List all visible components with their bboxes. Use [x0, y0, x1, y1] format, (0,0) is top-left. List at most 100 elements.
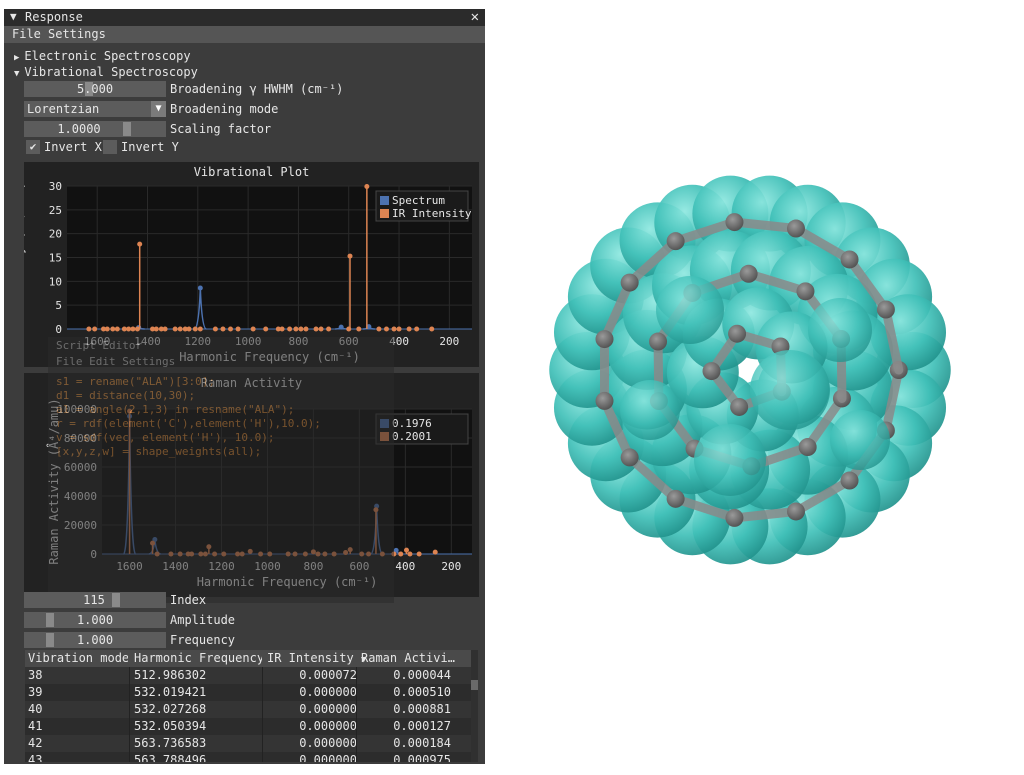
- carbon-atom: [620, 273, 639, 292]
- legend-swatch: [380, 209, 389, 218]
- column-divider: [129, 752, 130, 762]
- column-label: IR Intensity: [267, 651, 354, 665]
- index-slider[interactable]: 115: [24, 592, 166, 608]
- table-scrollbar[interactable]: [471, 650, 478, 762]
- intensity-point: [114, 326, 120, 332]
- table-row[interactable]: 41 532.050394 0.000000 0.000127: [25, 718, 471, 735]
- index-value: 115: [83, 593, 105, 607]
- checkmark-icon: ✔: [29, 140, 37, 153]
- intensity-point: [92, 326, 98, 332]
- frequency-slider[interactable]: 1.000: [24, 632, 166, 648]
- invert-x-checkbox[interactable]: ✔: [26, 140, 40, 154]
- table-row[interactable]: 42 563.736583 0.000000 0.000184: [25, 735, 471, 752]
- intensity-point: [126, 326, 132, 332]
- carbon-atom: [840, 471, 859, 490]
- tree-vibrational-spectroscopy[interactable]: ▼ Vibrational Spectroscopy: [14, 65, 198, 79]
- carbon-atom: [796, 282, 815, 301]
- menu-file[interactable]: File: [12, 27, 41, 41]
- script-menu-file[interactable]: File: [56, 355, 83, 368]
- close-icon[interactable]: ✕: [471, 9, 479, 25]
- table-cell: 0.000000: [299, 719, 357, 733]
- table-cell: 532.050394: [134, 719, 207, 733]
- column-divider: [262, 718, 263, 735]
- intensity-point: [406, 326, 412, 332]
- column-divider: [356, 701, 357, 718]
- table-cell: 0.000184: [393, 736, 451, 750]
- legend-entry: 0.2001: [392, 430, 432, 443]
- isosurface-lobe: [694, 424, 766, 496]
- vibration-modes-table[interactable]: Vibration mode Harmonic Frequency IR Int…: [25, 650, 478, 762]
- scaling-slider[interactable]: 1.0000: [24, 121, 166, 137]
- amplitude-value: 1.000: [76, 613, 114, 627]
- molecule-viewport[interactable]: [520, 150, 980, 590]
- intensity-point: [153, 326, 159, 332]
- scrollbar-thumb[interactable]: [471, 680, 478, 690]
- table-cell: 43: [28, 753, 43, 762]
- column-divider: [262, 684, 263, 701]
- y-tick-label: 15: [49, 252, 62, 265]
- table-cell: 0.000881: [393, 702, 451, 716]
- menu-settings[interactable]: Settings: [48, 27, 106, 41]
- intensity-point: [121, 326, 127, 332]
- table-row[interactable]: 43 563.788496 0.000000 0.000975: [25, 752, 471, 762]
- intensity-point: [192, 326, 198, 332]
- column-header-frequency[interactable]: Harmonic Frequency: [134, 651, 262, 665]
- table-cell: 532.019421: [134, 685, 207, 699]
- y-tick-label: 5: [55, 299, 62, 312]
- carbon-atom: [725, 508, 744, 527]
- script-line: a1 = angle(2,1,3) in resname("ALA");: [56, 403, 295, 416]
- carbon-atom: [798, 438, 817, 457]
- script-menu-edit[interactable]: Edit: [89, 355, 116, 368]
- intensity-point: [172, 326, 178, 332]
- carbon-atom: [649, 332, 668, 351]
- column-divider: [129, 735, 130, 752]
- table-cell: 0.000072: [299, 668, 357, 682]
- column-header-raman[interactable]: Raman Activi…: [361, 651, 469, 665]
- window-titlebar[interactable]: ▼ Response ✕: [4, 9, 485, 26]
- legend-entry: 0.1976: [392, 417, 432, 430]
- amplitude-slider[interactable]: 1.000: [24, 612, 166, 628]
- carbon-atom: [666, 232, 685, 251]
- intensity-point: [376, 326, 382, 332]
- column-header-mode[interactable]: Vibration mode: [28, 651, 128, 665]
- script-editor-window[interactable]: Script Editor File Edit Settings s1 = re…: [48, 337, 394, 603]
- carbon-atom: [786, 219, 805, 238]
- carbon-atom: [666, 489, 685, 508]
- intensity-point: [383, 326, 389, 332]
- chevron-down-icon[interactable]: ▼: [151, 101, 166, 117]
- column-divider: [129, 684, 130, 701]
- broadening-slider[interactable]: 5.000: [24, 81, 166, 97]
- broadening-value: 5.000: [76, 82, 114, 96]
- table-cell: 0.000000: [299, 753, 357, 762]
- spectrum-point: [197, 285, 203, 291]
- column-divider: [356, 735, 357, 752]
- column-divider: [356, 684, 357, 701]
- intensity-point: [86, 326, 92, 332]
- column-header-ir[interactable]: IR Intensity ▼: [267, 651, 367, 665]
- intensity-point: [250, 326, 256, 332]
- table-row[interactable]: 40 532.027268 0.000000 0.000881: [25, 701, 471, 718]
- carbon-atom: [595, 330, 614, 349]
- column-divider: [262, 667, 263, 684]
- table-row[interactable]: 39 532.019421 0.000000 0.000510: [25, 684, 471, 701]
- index-label: Index: [170, 593, 207, 607]
- intensity-point: [235, 326, 241, 332]
- script-editor-title: Script Editor: [56, 339, 143, 352]
- column-divider: [262, 701, 263, 718]
- collapse-icon[interactable]: ▼: [10, 10, 17, 23]
- invert-y-checkbox[interactable]: [103, 140, 117, 154]
- column-divider: [129, 667, 130, 684]
- broadening-mode-select[interactable]: Lorentzian ▼: [24, 101, 166, 117]
- table-cell: 563.788496: [134, 753, 207, 762]
- carbon-atom: [728, 324, 747, 343]
- x-tick-label: 400: [395, 560, 415, 573]
- intensity-point: [429, 326, 435, 332]
- isosurface-lobe: [656, 276, 724, 344]
- tree-electronic-spectroscopy[interactable]: ▶ Electronic Spectroscopy: [14, 49, 191, 63]
- column-divider: [262, 735, 263, 752]
- intensity-point: [432, 549, 438, 555]
- table-row[interactable]: 38 512.986302 0.000072 0.000044: [25, 667, 471, 684]
- y-axis-label: IR Intensity (km/mol): [24, 182, 26, 334]
- column-divider: [356, 718, 357, 735]
- script-menu-settings[interactable]: Settings: [122, 355, 175, 368]
